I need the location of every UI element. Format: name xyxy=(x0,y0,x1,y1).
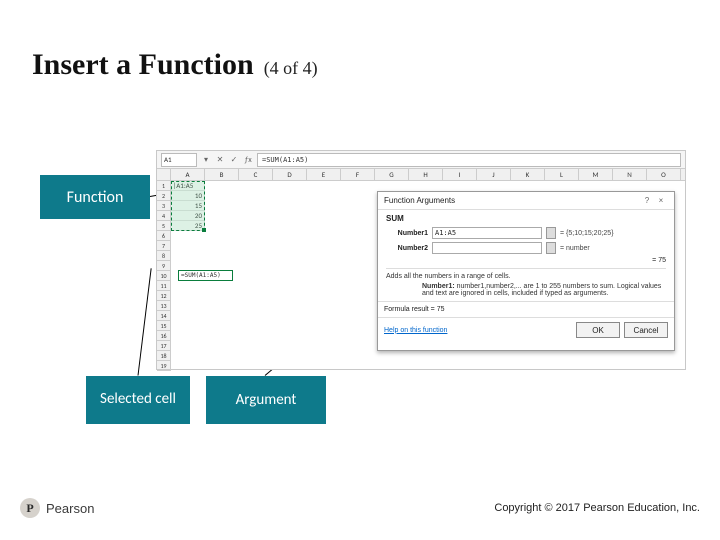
pearson-logo-text: Pearson xyxy=(46,501,94,516)
dialog-button-row: Help on this function OK Cancel xyxy=(378,317,674,342)
col-header[interactable]: E xyxy=(307,169,341,180)
row-header[interactable]: 8 xyxy=(157,251,171,261)
function-arguments-dialog: Function Arguments ? × SUM Number1 A1:A5… xyxy=(377,191,675,351)
arg2-input[interactable] xyxy=(432,242,542,254)
arg-help-rest: number1,number2,... are 1 to 255 numbers… xyxy=(422,283,661,297)
row-header[interactable]: 6 xyxy=(157,231,171,241)
formula-bar: A1 ▾ ✕ ✓ ƒx =SUM(A1:A5) xyxy=(157,151,685,169)
dialog-function-name: SUM xyxy=(386,214,666,223)
col-header[interactable]: C xyxy=(239,169,273,180)
help-link[interactable]: Help on this function xyxy=(384,327,447,334)
select-all-corner[interactable] xyxy=(157,169,171,180)
col-header[interactable]: L xyxy=(545,169,579,180)
cancel-button[interactable]: Cancel xyxy=(624,322,668,338)
arg1-evaluated: = {5;10;15;20;25} xyxy=(560,230,614,237)
arg2-label: Number2 xyxy=(386,245,428,252)
range-selector-button[interactable] xyxy=(546,242,556,254)
col-header[interactable]: N xyxy=(613,169,647,180)
close-icon[interactable]: × xyxy=(654,196,668,205)
dialog-footer: Formula result = 75 xyxy=(378,301,674,317)
col-header[interactable]: K xyxy=(511,169,545,180)
callout-argument: Argument xyxy=(206,376,326,424)
row-header[interactable]: 10 xyxy=(157,271,171,281)
desc-text: Adds all the numbers in a range of cells… xyxy=(386,273,666,280)
row-header[interactable]: 2 xyxy=(157,191,171,201)
ok-button[interactable]: OK xyxy=(576,322,620,338)
help-icon[interactable]: ? xyxy=(640,196,654,205)
title-main: Insert a Function xyxy=(32,48,254,82)
col-header[interactable]: O xyxy=(647,169,681,180)
dropdown-icon[interactable]: ▾ xyxy=(201,155,211,165)
row-headers: 1 2 3 4 5 6 7 8 9 10 11 12 13 14 15 16 1… xyxy=(157,181,171,369)
row-header[interactable]: 14 xyxy=(157,311,171,321)
row-header[interactable]: 13 xyxy=(157,301,171,311)
enter-icon[interactable]: ✓ xyxy=(229,155,239,165)
column-headers: A B C D E F G H I J K L M N O xyxy=(157,169,685,181)
arg-help-bold: Number1: xyxy=(422,283,455,290)
annotation-line xyxy=(138,268,152,375)
fx-icon[interactable]: ƒx xyxy=(243,155,253,165)
title-sub: (4 of 4) xyxy=(264,58,318,79)
pearson-logo-icon: P xyxy=(20,498,40,518)
formula-input[interactable]: =SUM(A1:A5) xyxy=(257,153,681,167)
dialog-body: SUM Number1 A1:A5 = {5;10;15;20;25} Numb… xyxy=(378,210,674,301)
row-header[interactable]: 15 xyxy=(157,321,171,331)
row-header[interactable]: 4 xyxy=(157,211,171,221)
formula-result-label: Formula result = 75 xyxy=(384,306,445,313)
col-header[interactable]: B xyxy=(205,169,239,180)
col-header[interactable]: M xyxy=(579,169,613,180)
arg2-evaluated: = number xyxy=(560,245,590,252)
row-header[interactable]: 19 xyxy=(157,361,171,371)
dialog-title-text: Function Arguments xyxy=(384,196,455,205)
row-header[interactable]: 7 xyxy=(157,241,171,251)
row-header[interactable]: 1 xyxy=(157,181,171,191)
col-header[interactable]: J xyxy=(477,169,511,180)
selected-cell-formula: =SUM(A1:A5) xyxy=(178,270,233,281)
col-header[interactable]: D xyxy=(273,169,307,180)
arg1-label: Number1 xyxy=(386,230,428,237)
cancel-icon[interactable]: ✕ xyxy=(215,155,225,165)
col-header[interactable]: F xyxy=(341,169,375,180)
callout-selected-cell: Selected cell xyxy=(86,376,190,424)
row-header[interactable]: 9 xyxy=(157,261,171,271)
row-header[interactable]: 12 xyxy=(157,291,171,301)
row-header[interactable]: 3 xyxy=(157,201,171,211)
selection-range xyxy=(171,181,205,231)
row-header[interactable]: 18 xyxy=(157,351,171,361)
callout-function: Function xyxy=(40,175,150,219)
slide-footer: P Pearson Copyright © 2017 Pearson Educa… xyxy=(0,498,720,518)
col-header[interactable]: G xyxy=(375,169,409,180)
fill-handle[interactable] xyxy=(202,228,206,232)
range-selector-button[interactable] xyxy=(546,227,556,239)
intermediate-result: = 75 xyxy=(386,257,666,264)
col-header[interactable]: H xyxy=(409,169,443,180)
slide-title: Insert a Function (4 of 4) xyxy=(32,48,318,82)
row-header[interactable]: 17 xyxy=(157,341,171,351)
arg1-input[interactable]: A1:A5 xyxy=(432,227,542,239)
pearson-logo: P Pearson xyxy=(20,498,94,518)
name-box[interactable]: A1 xyxy=(161,153,197,167)
row-header[interactable]: 16 xyxy=(157,331,171,341)
slide: Insert a Function (4 of 4) A1 ▾ ✕ ✓ ƒx =… xyxy=(0,0,720,540)
col-header[interactable]: I xyxy=(443,169,477,180)
function-description: Adds all the numbers in a range of cells… xyxy=(386,268,666,297)
dialog-titlebar[interactable]: Function Arguments ? × xyxy=(378,192,674,210)
row-header[interactable]: 11 xyxy=(157,281,171,291)
row-header[interactable]: 5 xyxy=(157,221,171,231)
copyright-text: Copyright © 2017 Pearson Education, Inc. xyxy=(494,502,700,514)
excel-screenshot: A1 ▾ ✕ ✓ ƒx =SUM(A1:A5) A B C D E F G H … xyxy=(156,150,686,370)
col-header[interactable]: A xyxy=(171,169,205,180)
